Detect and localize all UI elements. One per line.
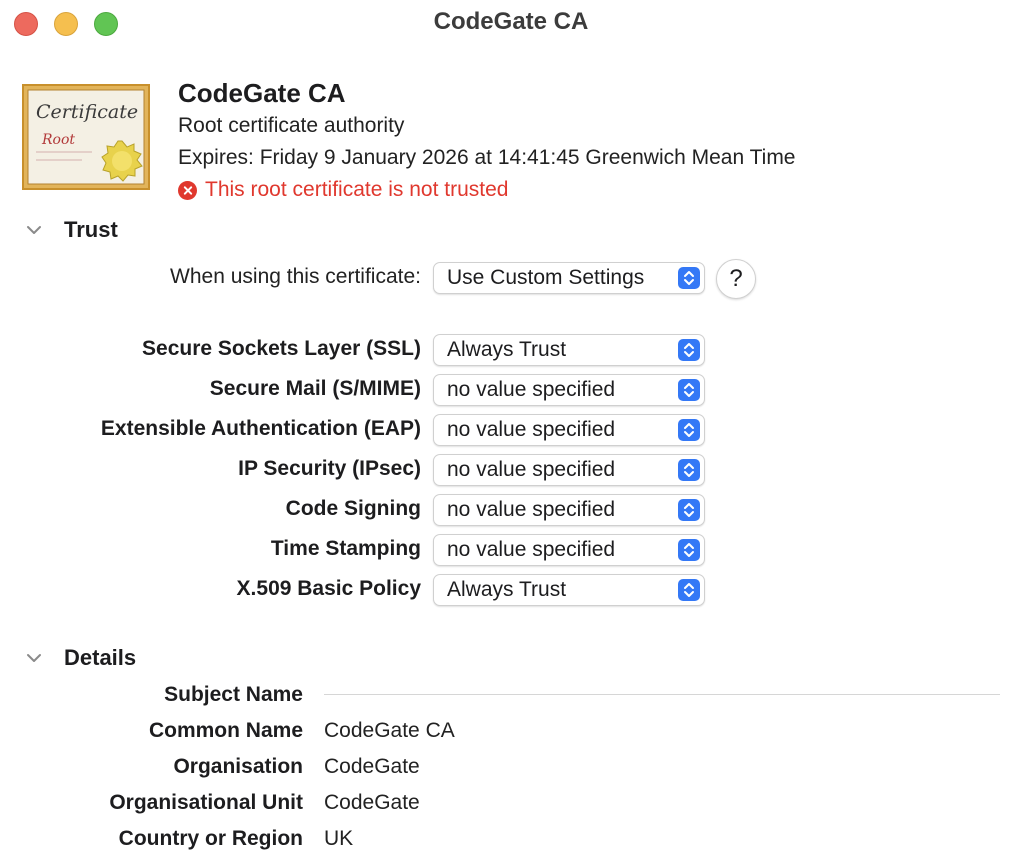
details-disclosure-chevron-icon[interactable] xyxy=(26,650,42,666)
certificate-icon-root: Root xyxy=(41,132,75,148)
policy-value-eap: no value specified xyxy=(447,418,616,441)
detail-label-organisation: Organisation xyxy=(173,755,303,778)
policy-value-x509: Always Trust xyxy=(447,578,567,601)
popup-stepper-icon xyxy=(678,539,700,561)
popup-stepper-icon xyxy=(678,579,700,601)
detail-value-organisational-unit: CodeGate xyxy=(324,791,420,814)
policy-label-ipsec: IP Security (IPsec) xyxy=(238,457,421,480)
trust-status-text: This root certificate is not trusted xyxy=(205,178,509,201)
certificate-icon-title: Certificate xyxy=(36,101,138,123)
policy-label-smime: Secure Mail (S/MIME) xyxy=(209,377,421,400)
help-button[interactable]: ? xyxy=(716,259,756,299)
detail-value-country: UK xyxy=(324,827,354,850)
policy-popup-time-stamping[interactable]: no value specified xyxy=(433,534,705,566)
policy-popup-code-signing[interactable]: no value specified xyxy=(433,494,705,526)
policy-popup-ipsec[interactable]: no value specified xyxy=(433,454,705,486)
detail-label-common-name: Common Name xyxy=(148,719,303,742)
when-using-popup[interactable]: Use Custom Settings xyxy=(433,262,705,294)
policy-value-time-stamping: no value specified xyxy=(447,538,616,561)
policy-label-ssl: Secure Sockets Layer (SSL) xyxy=(142,337,421,360)
policy-value-code-signing: no value specified xyxy=(447,498,616,521)
certificate-name: CodeGate CA xyxy=(178,78,346,108)
policy-popup-x509[interactable]: Always Trust xyxy=(433,574,705,606)
detail-label-country: Country or Region xyxy=(118,827,303,850)
details-section-title[interactable]: Details xyxy=(64,645,136,671)
policy-popup-eap[interactable]: no value specified xyxy=(433,414,705,446)
popup-stepper-icon xyxy=(678,267,700,289)
trust-disclosure-chevron-icon[interactable] xyxy=(26,222,42,238)
certificate-icon: Certificate Root xyxy=(22,84,150,190)
when-using-label: When using this certificate: xyxy=(170,265,421,288)
policy-label-code-signing: Code Signing xyxy=(285,497,421,520)
policy-value-ssl: Always Trust xyxy=(447,338,567,361)
detail-value-common-name: CodeGate CA xyxy=(324,719,455,742)
window-title: CodeGate CA xyxy=(433,8,589,35)
error-x-icon xyxy=(178,180,197,200)
policy-value-smime: no value specified xyxy=(447,378,616,401)
popup-stepper-icon xyxy=(678,339,700,361)
policy-label-time-stamping: Time Stamping xyxy=(270,537,421,560)
certificate-window: CodeGate CA Certificate Root CodeGate CA… xyxy=(0,0,1022,868)
policy-popup-smime[interactable]: no value specified xyxy=(433,374,705,406)
policy-label-x509: X.509 Basic Policy xyxy=(236,577,421,600)
policy-value-ipsec: no value specified xyxy=(447,458,616,481)
popup-stepper-icon xyxy=(678,499,700,521)
subject-name-divider xyxy=(324,694,1000,695)
title-bar: CodeGate CA xyxy=(0,0,1022,46)
when-using-value: Use Custom Settings xyxy=(447,266,645,289)
policy-popup-ssl[interactable]: Always Trust xyxy=(433,334,705,366)
policy-label-eap: Extensible Authentication (EAP) xyxy=(100,417,421,440)
trust-section-title[interactable]: Trust xyxy=(64,217,118,243)
certificate-expiry: Expires: Friday 9 January 2026 at 14:41:… xyxy=(178,146,796,169)
popup-stepper-icon xyxy=(678,419,700,441)
certificate-kind: Root certificate authority xyxy=(178,114,405,137)
detail-value-organisation: CodeGate xyxy=(324,755,420,778)
popup-stepper-icon xyxy=(678,459,700,481)
detail-label-organisational-unit: Organisational Unit xyxy=(109,791,303,814)
subject-name-header: Subject Name xyxy=(164,683,303,706)
trust-status: This root certificate is not trusted xyxy=(178,178,508,202)
popup-stepper-icon xyxy=(678,379,700,401)
